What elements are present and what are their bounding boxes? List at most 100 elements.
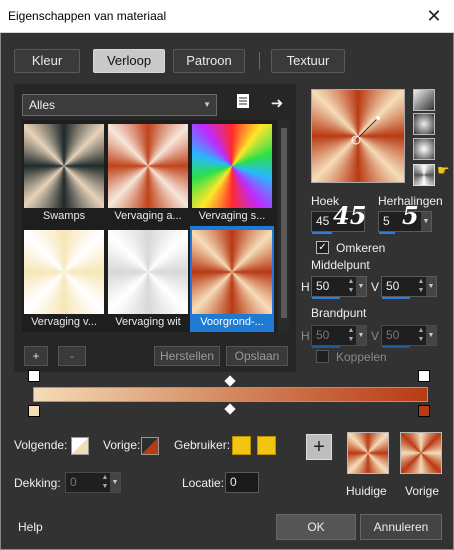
user-color-swatch-alt[interactable]: [257, 436, 276, 455]
gallery-item[interactable]: Vervaging s...: [192, 122, 272, 224]
opacity-stop-right[interactable]: [418, 370, 430, 382]
opacity-value: 0: [70, 475, 77, 489]
chevron-down-icon[interactable]: ▼: [356, 326, 366, 345]
user-label: Gebruiker:: [174, 438, 231, 452]
chevron-down-icon[interactable]: ▼: [356, 277, 366, 296]
ok-button[interactable]: OK: [276, 514, 356, 540]
focal-v-label: V: [371, 329, 380, 343]
category-dropdown[interactable]: Alles ▼: [22, 94, 217, 116]
opacity-input[interactable]: 0 ▲ ▼ ▼: [65, 472, 121, 493]
save-button[interactable]: Opslaan: [226, 346, 288, 366]
reset-button[interactable]: Herstellen: [154, 346, 220, 366]
title-bar: Eigenschappen van materiaal ✕: [0, 0, 454, 33]
repeats-value: 5: [383, 214, 390, 228]
radial-style-button[interactable]: [413, 138, 435, 160]
linear-style-button[interactable]: [413, 89, 435, 111]
tab-kleur[interactable]: Kleur: [14, 49, 80, 73]
current-material-swatch[interactable]: [347, 432, 389, 474]
center-v-label: V: [371, 280, 380, 294]
focal-h-value: 50: [316, 328, 330, 342]
add-to-library-button[interactable]: +: [306, 434, 332, 460]
tab-separator: [259, 52, 260, 70]
focal-v-value: 50: [386, 328, 400, 342]
gallery-thumbnail: [108, 124, 188, 208]
angle-value: 45: [316, 214, 330, 228]
angle-annotation: 45: [333, 201, 367, 230]
spinner-arrows-icon[interactable]: ▲ ▼: [416, 326, 426, 345]
gallery-item[interactable]: Swamps: [24, 122, 104, 224]
location-input[interactable]: 0: [225, 472, 259, 493]
gallery-scrollbar[interactable]: [279, 120, 289, 332]
center-h-value: 50: [316, 279, 330, 293]
color-stop-right[interactable]: [418, 405, 430, 417]
spinner-arrows-icon[interactable]: ▲ ▼: [346, 277, 356, 296]
add-gradient-button[interactable]: +: [24, 346, 48, 366]
angle-handle-icon[interactable]: [312, 90, 406, 184]
link-checkbox[interactable]: [316, 350, 329, 363]
gallery-item-label: Vervaging s...: [198, 210, 266, 222]
window-title: Eigenschappen van materiaal: [8, 9, 167, 23]
chevron-down-icon: ▼: [203, 100, 211, 109]
opacity-stop-left[interactable]: [28, 370, 40, 382]
remove-gradient-button[interactable]: -: [58, 346, 86, 366]
focal-v-input[interactable]: 50 ▲ ▼ ▼: [381, 325, 437, 348]
spinner-arrows-icon[interactable]: ▲ ▼: [100, 473, 110, 492]
tab-verloop[interactable]: Verloop: [93, 49, 165, 73]
gallery-item-label: Voorgrond-...: [200, 316, 264, 328]
invert-label: Omkeren: [336, 241, 386, 255]
tab-patroon[interactable]: Patroon: [173, 49, 245, 73]
chevron-down-icon[interactable]: ▼: [110, 473, 120, 492]
angle-progress: [312, 232, 332, 234]
previous-material-label: Vorige: [405, 484, 440, 498]
center-v-progress: [382, 297, 410, 299]
library-icon[interactable]: [232, 93, 254, 115]
repeats-progress: [379, 232, 395, 234]
location-label: Locatie:: [182, 476, 225, 490]
gallery-thumbnail: [108, 230, 188, 314]
center-h-input[interactable]: 50 ▲ ▼ ▼: [311, 276, 367, 299]
center-v-input[interactable]: 50 ▲ ▼ ▼: [381, 276, 437, 299]
gallery-thumbnail: [192, 124, 272, 208]
gallery-item-label: Vervaging wit: [115, 316, 181, 328]
spinner-arrows-icon[interactable]: ▲ ▼: [346, 326, 356, 345]
cancel-button[interactable]: Annuleren: [360, 514, 442, 540]
focal-h-label: H: [301, 329, 310, 343]
tab-textuur[interactable]: Textuur: [271, 49, 345, 73]
gallery-thumbnail: [24, 230, 104, 314]
chevron-down-icon[interactable]: ▼: [426, 277, 436, 296]
close-icon[interactable]: ✕: [422, 4, 446, 28]
gallery-thumbnail: [24, 124, 104, 208]
gallery-item-selected[interactable]: Voorgrond-...: [190, 226, 274, 332]
gallery-item[interactable]: Vervaging wit: [108, 228, 188, 330]
center-v-value: 50: [386, 279, 400, 293]
scrollbar-thumb[interactable]: [281, 128, 287, 318]
chevron-down-icon[interactable]: ▼: [426, 326, 436, 345]
gradient-bar[interactable]: [33, 387, 428, 402]
category-dropdown-value: Alles: [29, 98, 56, 112]
gallery-item-label: Vervaging a...: [114, 210, 182, 222]
previous-color-swatch[interactable]: [141, 437, 159, 455]
user-color-swatch[interactable]: [232, 436, 251, 455]
color-stop-left[interactable]: [28, 405, 40, 417]
sunburst-style-button[interactable]: [413, 164, 435, 186]
arrow-right-icon[interactable]: ➜: [266, 93, 288, 115]
next-color-swatch[interactable]: [71, 437, 89, 455]
next-label: Volgende:: [14, 438, 68, 452]
gallery-item[interactable]: Vervaging a...: [108, 122, 188, 224]
focal-point-label: Brandpunt: [311, 306, 367, 320]
link-label: Koppelen: [336, 350, 387, 364]
previous-material-swatch[interactable]: [400, 432, 442, 474]
repeats-annotation: 5: [402, 201, 419, 230]
center-h-label: H: [301, 280, 310, 294]
gallery-item[interactable]: Vervaging v...: [24, 228, 104, 330]
help-link[interactable]: Help: [18, 520, 43, 534]
pointer-hand-icon: ☛: [437, 162, 450, 178]
rectangular-style-button[interactable]: [413, 113, 435, 135]
focal-h-input[interactable]: 50 ▲ ▼ ▼: [311, 325, 367, 348]
gradient-preview[interactable]: [311, 89, 405, 183]
invert-checkbox[interactable]: ✓: [316, 241, 329, 254]
focal-h-progress: [312, 346, 340, 348]
chevron-down-icon[interactable]: ▼: [421, 212, 431, 231]
spinner-arrows-icon[interactable]: ▲ ▼: [416, 277, 426, 296]
focal-v-progress: [382, 346, 410, 348]
